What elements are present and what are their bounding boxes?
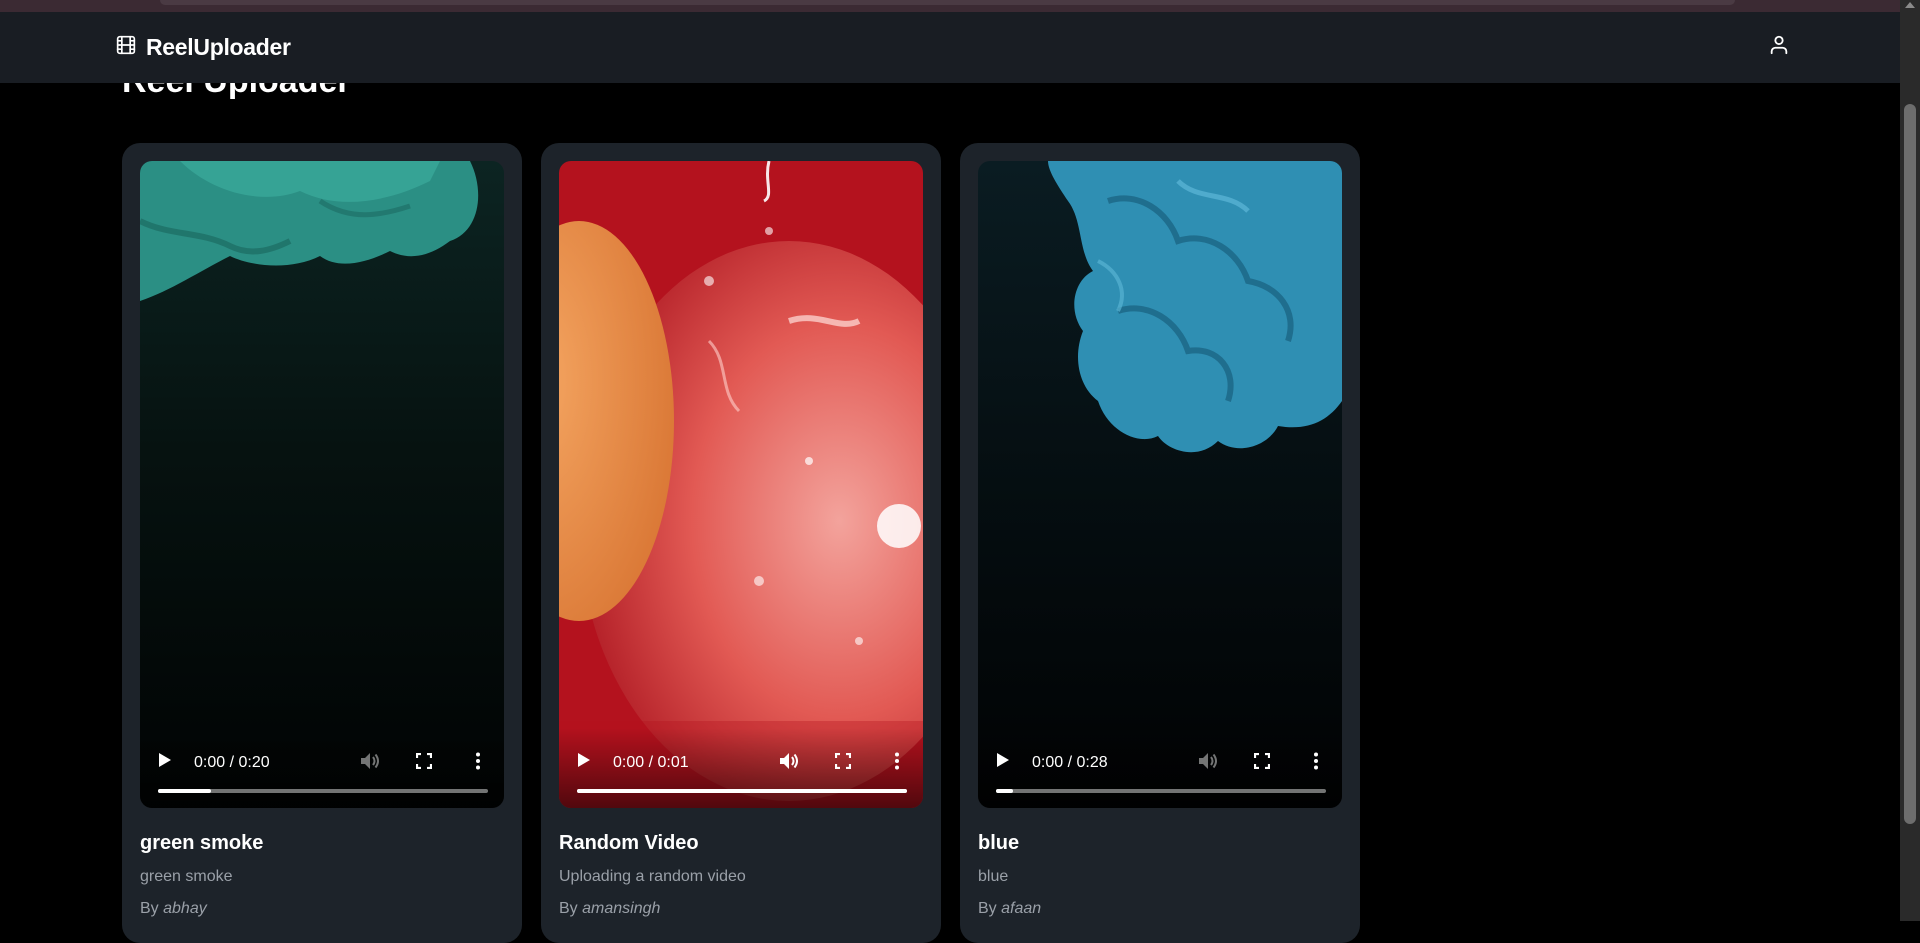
video-description: Uploading a random video [559,868,746,885]
video-player[interactable]: 0:00 / 0:01 [559,161,923,808]
mute-button[interactable] [777,751,801,775]
progress-fill [577,789,907,793]
more-options-button[interactable] [466,751,490,775]
navbar: ReelUploader [0,12,1900,83]
scrollbar-thumb[interactable] [1904,104,1916,824]
play-button[interactable] [154,751,176,773]
author-name: amansingh [582,900,661,917]
by-label: By [140,900,159,917]
video-frame [559,161,923,808]
by-label: By [559,900,578,917]
mute-button[interactable] [1196,751,1220,775]
author-name: abhay [163,900,207,917]
video-frame [140,161,504,808]
progress-bar[interactable] [996,789,1326,793]
by-label: By [978,900,997,917]
video-author: By amansingh [559,900,660,918]
user-icon [1768,34,1790,61]
more-options-button[interactable] [1304,751,1328,775]
video-frame [978,161,1342,808]
fullscreen-icon [415,752,433,774]
fullscreen-button[interactable] [412,751,436,775]
more-vertical-icon [894,752,900,775]
play-icon [996,752,1010,773]
fullscreen-button[interactable] [831,751,855,775]
volume-icon [1198,752,1218,775]
more-vertical-icon [1313,752,1319,775]
video-title: Random Video [559,832,699,854]
author-name: afaan [1001,900,1042,917]
fullscreen-icon [1253,752,1271,774]
page-scrollbar[interactable] [1900,0,1920,921]
play-button[interactable] [573,751,595,773]
more-options-button[interactable] [885,751,909,775]
brand-name: ReelUploader [146,34,291,60]
video-title: green smoke [140,832,264,854]
video-title: blue [978,832,1020,854]
video-controls: 0:00 / 0:20 [140,728,504,808]
video-controls: 0:00 / 0:01 [559,728,923,808]
play-icon [577,752,591,773]
play-icon [158,752,172,773]
more-vertical-icon [475,752,481,775]
volume-icon [779,752,799,775]
browser-top-strip [0,0,1920,12]
video-card: 0:00 / 0:01 Random Video Uploading a ran… [541,143,941,943]
time-display: 0:00 / 0:28 [1032,754,1108,771]
video-description: blue [978,868,1009,885]
play-button[interactable] [992,751,1014,773]
video-card: 0:00 / 0:20 green smoke green smoke By a… [122,143,522,943]
video-description: green smoke [140,868,233,885]
fullscreen-button[interactable] [1250,751,1274,775]
time-display: 0:00 / 0:20 [194,754,270,771]
video-author: By abhay [140,900,207,918]
video-card: 0:00 / 0:28 blue blue By afaan [960,143,1360,943]
video-player[interactable]: 0:00 / 0:28 [978,161,1342,808]
progress-fill [158,789,211,793]
video-author: By afaan [978,900,1041,918]
scroll-up-arrow-icon[interactable] [1905,2,1915,8]
mute-button[interactable] [358,751,382,775]
user-menu-button[interactable] [1766,34,1792,60]
time-display: 0:00 / 0:01 [613,754,689,771]
progress-bar[interactable] [158,789,488,793]
video-controls: 0:00 / 0:28 [978,728,1342,808]
volume-icon [360,752,380,775]
video-player[interactable]: 0:00 / 0:20 [140,161,504,808]
brand-link[interactable]: ReelUploader [116,34,291,61]
progress-fill [996,789,1013,793]
fullscreen-icon [834,752,852,774]
progress-bar[interactable] [577,789,907,793]
film-icon [116,35,136,60]
